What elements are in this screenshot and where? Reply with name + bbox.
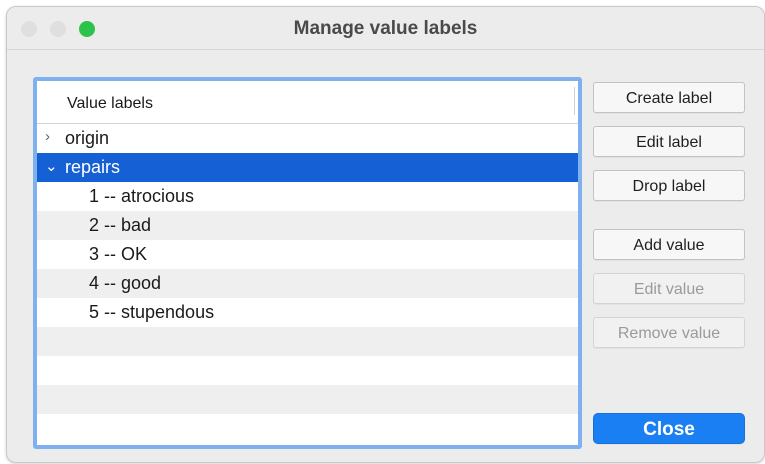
value-label: 1 -- atrocious <box>89 186 195 206</box>
column-header-value-labels: Value labels <box>67 95 153 112</box>
list-header: Value labels <box>37 81 578 124</box>
window-title: Manage value labels <box>293 18 478 39</box>
tree-rows: › origin ⌄ repairs 1 -- atrocious 2 -- b… <box>37 124 578 443</box>
value-labels-tree[interactable]: Value labels › origin ⌄ repairs 1 -- atr… <box>33 77 582 449</box>
drop-label-button[interactable]: Drop label <box>593 170 745 201</box>
add-value-button[interactable]: Add value <box>593 229 745 260</box>
tree-row-value[interactable]: 3 -- OK <box>37 240 578 269</box>
tree-row-empty <box>37 327 578 356</box>
chevron-down-icon[interactable]: ⌄ <box>45 157 58 175</box>
value-label: 2 -- bad <box>89 215 152 235</box>
tree-row-empty <box>37 356 578 385</box>
value-label: 3 -- OK <box>89 244 148 264</box>
tree-row-empty <box>37 385 578 414</box>
manage-value-labels-dialog: Manage value labels Value labels › origi… <box>6 6 765 463</box>
tree-row-empty <box>37 414 578 443</box>
remove-value-button[interactable]: Remove value <box>593 317 745 348</box>
edit-value-button[interactable]: Edit value <box>593 273 745 304</box>
group-label: repairs <box>65 157 121 177</box>
create-label-button[interactable]: Create label <box>593 82 745 113</box>
edit-label-button[interactable]: Edit label <box>593 126 745 157</box>
tree-row-repairs[interactable]: ⌄ repairs <box>37 153 578 182</box>
tree-row-value[interactable]: 1 -- atrocious <box>37 182 578 211</box>
value-label: 5 -- stupendous <box>89 302 215 322</box>
group-label: origin <box>65 128 110 148</box>
title-bar: Manage value labels <box>7 7 764 50</box>
tree-row-origin[interactable]: › origin <box>37 124 578 153</box>
header-divider <box>574 87 575 115</box>
tree-row-value[interactable]: 2 -- bad <box>37 211 578 240</box>
tree-row-value[interactable]: 5 -- stupendous <box>37 298 578 327</box>
chevron-right-icon[interactable]: › <box>45 128 50 145</box>
value-label: 4 -- good <box>89 273 162 293</box>
tree-row-value[interactable]: 4 -- good <box>37 269 578 298</box>
close-button[interactable]: Close <box>593 413 745 444</box>
